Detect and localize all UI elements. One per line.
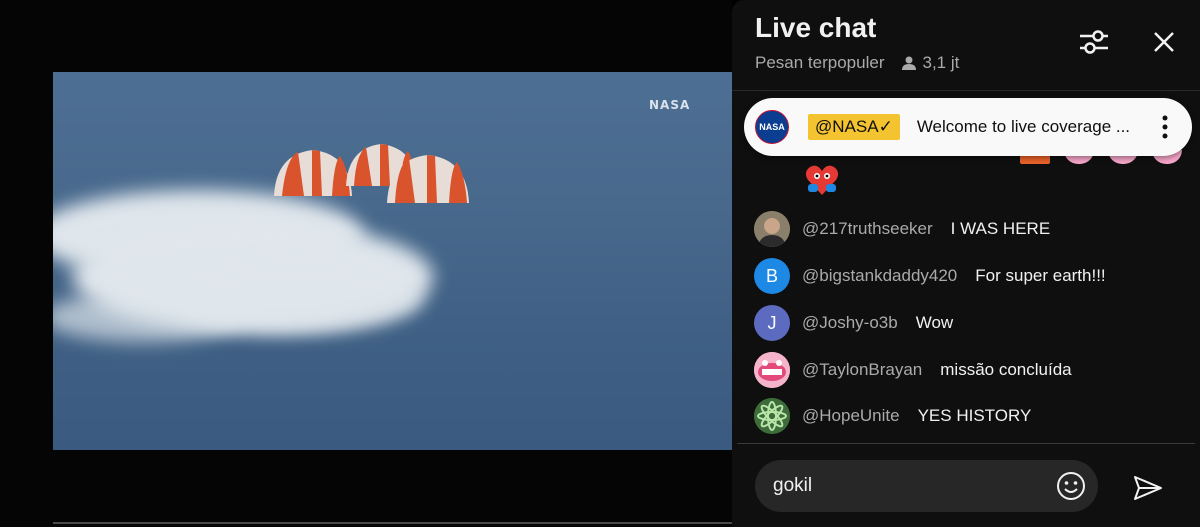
video-frame[interactable]: NASA [53,72,732,450]
message-text: I WAS HERE [950,219,1051,238]
user-photo-icon [754,211,790,247]
chat-input-value[interactable]: gokil [773,475,812,497]
message-author[interactable]: @bigstankdaddy420 [802,266,957,286]
chat-mode[interactable]: Pesan terpopuler [755,53,884,73]
chat-title: Live chat [755,12,877,43]
chat-subheader: Pesan terpopuler 3,1 jt [755,53,959,73]
avatar-text: NASA [759,122,785,132]
flower-avatar-icon [754,398,790,434]
send-icon [1134,476,1162,500]
viewer-count: 3,1 jt [901,53,959,73]
live-chat-panel: Live chat Pesan terpopuler 3,1 jt NASA @… [732,0,1200,527]
input-divider [737,443,1195,444]
sliders-icon [1080,30,1108,54]
cloud [53,292,243,342]
smiley-icon [1057,472,1085,500]
video-player[interactable]: NASA [0,0,732,527]
avatar[interactable] [754,398,790,434]
avatar: NASA [755,110,789,144]
avatar-letter: J [767,312,777,333]
cartoon-avatar-icon [754,352,790,388]
message-author[interactable]: @HopeUnite [802,406,900,426]
viewer-count-value: 3,1 jt [922,53,960,72]
chat-message[interactable]: @217truthseeker I WAS HERE [754,211,1050,247]
chat-settings-button[interactable] [1072,22,1116,62]
close-icon [1154,32,1174,52]
nasa-watermark: NASA [649,98,690,112]
pinned-text: Welcome to live coverage ... [916,117,1131,136]
avatar[interactable]: B [754,258,790,294]
chat-message[interactable]: B @bigstankdaddy420 For super earth!!! [754,258,1106,294]
pinned-message[interactable]: NASA @NASA✓ Welcome to live coverage ... [744,98,1192,156]
progress-bar[interactable] [53,522,732,524]
avatar[interactable] [754,352,790,388]
header-divider [732,90,1200,91]
more-vertical-icon [1162,115,1168,139]
avatar[interactable]: J [754,305,790,341]
message-author[interactable]: @Joshy-o3b [802,313,898,333]
chat-input-field[interactable]: gokil [755,460,1098,512]
heart-hug-emoji [805,165,839,195]
pinned-author: @NASA [815,117,879,136]
owner-author-badge[interactable]: @NASA✓ [808,114,900,140]
avatar[interactable] [754,211,790,247]
message-author[interactable]: @TaylonBrayan [802,360,922,380]
chat-message[interactable]: @HopeUnite YES HISTORY [754,398,1031,434]
send-button[interactable] [1128,470,1168,506]
parachute [387,155,469,203]
parachute [274,150,352,196]
avatar-letter: B [765,265,778,286]
more-options-button[interactable] [1152,109,1178,145]
emoji-button[interactable] [1054,469,1088,503]
verified-icon: ✓ [878,117,893,136]
chat-message[interactable]: @TaylonBrayan missão concluída [754,352,1072,388]
watermark-text: NASA [649,98,691,112]
message-text: YES HISTORY [917,406,1032,425]
close-chat-button[interactable] [1142,22,1186,62]
message-text: Wow [915,313,954,332]
message-text: missão concluída [940,360,1072,379]
person-icon [902,56,917,70]
message-author[interactable]: @217truthseeker [802,219,933,239]
message-text: For super earth!!! [975,266,1106,285]
chat-message[interactable]: J @Joshy-o3b Wow [754,305,953,341]
